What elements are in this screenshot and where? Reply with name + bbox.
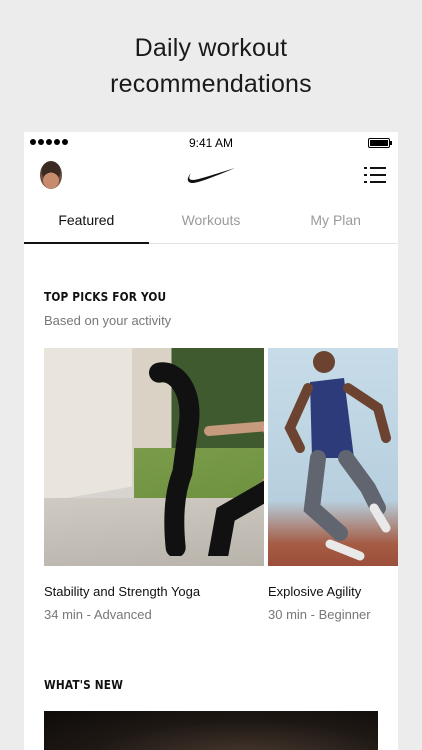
workout-card-agility[interactable]: Explosive Agility 30 min - Beginner	[268, 348, 398, 622]
tab-featured[interactable]: Featured	[24, 198, 149, 244]
workout-card-yoga[interactable]: Stability and Strength Yoga 34 min - Adv…	[44, 348, 264, 622]
navigation-bar	[24, 154, 398, 198]
tab-workouts[interactable]: Workouts	[149, 198, 274, 243]
workout-meta: 30 min - Beginner	[268, 607, 371, 622]
screenshot-caption: Daily workout recommendations	[0, 30, 422, 102]
nike-swoosh-icon[interactable]	[185, 166, 237, 186]
tab-bar: Featured Workouts My Plan	[24, 198, 398, 244]
caption-line-2: recommendations	[110, 70, 312, 98]
tab-my-plan[interactable]: My Plan	[273, 198, 398, 243]
list-menu-icon[interactable]	[364, 166, 386, 184]
battery-icon	[368, 138, 392, 148]
top-picks-subtitle: Based on your activity	[44, 313, 172, 328]
status-time: 9:41 AM	[188, 136, 234, 150]
whats-new-heading: WHAT'S NEW	[44, 678, 124, 692]
status-bar: 9:41 AM	[24, 132, 398, 154]
phone-screen: 9:41 AM Featured Workouts My Plan TOP PI…	[24, 132, 398, 750]
workout-name: Stability and Strength Yoga	[44, 584, 201, 599]
workout-meta: 34 min - Advanced	[44, 607, 152, 622]
whats-new-photo[interactable]	[44, 711, 378, 750]
agility-workout-photo[interactable]	[268, 348, 398, 566]
top-picks-heading: TOP PICKS FOR YOU	[44, 290, 167, 304]
workout-name: Explosive Agility	[268, 584, 362, 599]
user-avatar[interactable]	[40, 161, 62, 189]
caption-line-1: Daily workout	[134, 34, 288, 62]
yoga-workout-photo[interactable]	[44, 348, 264, 566]
